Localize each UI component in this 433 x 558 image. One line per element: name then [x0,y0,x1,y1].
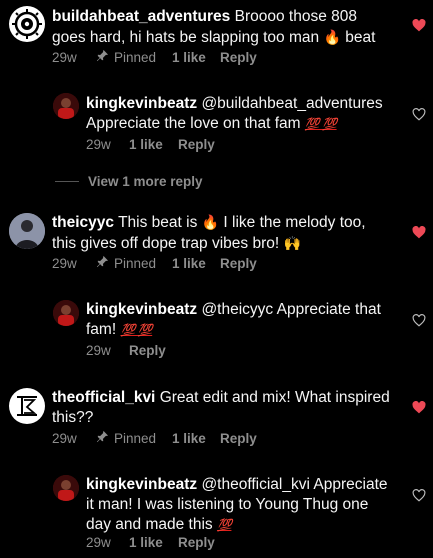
pin-icon [96,430,109,446]
profile-photo-icon [53,475,79,501]
timestamp: 29w [86,535,111,550]
avatar[interactable] [9,6,45,42]
kvi-logo-icon [10,389,44,423]
pinned-label: Pinned [114,49,157,65]
likes-count[interactable]: 1 like [172,50,220,65]
hundred-emoji-icon: 💯 [216,518,232,532]
comment-text: buildahbeat_adventures Broooo those 808 … [52,8,376,46]
comment-buildahbeat: buildahbeat_adventures Broooo those 808 … [0,0,433,72]
pin-icon [96,49,109,65]
mention-link[interactable]: @theicyyc [201,301,273,318]
mention-link[interactable]: @theofficial_kvi [201,476,310,493]
avatar[interactable] [53,93,79,119]
avatar[interactable] [9,388,45,424]
heart-outline-icon[interactable] [412,108,426,121]
comment-meta: 29w Pinned 1 like Reply [52,430,257,446]
timestamp: 29w [86,343,111,358]
likes-count[interactable]: 1 like [129,535,178,550]
reply-button[interactable]: Reply [129,343,166,358]
reply-kingkevinbeatz-1: kingkevinbeatz @buildahbeat_adventures A… [0,88,433,160]
username[interactable]: buildahbeat_adventures [52,8,230,25]
timestamp: 29w [86,137,111,152]
timestamp: 29w [52,430,77,446]
comment-meta: 29w 1 like Reply [86,137,215,152]
username[interactable]: kingkevinbeatz [86,301,197,318]
username[interactable]: kingkevinbeatz [86,476,197,493]
comment-text: theofficial_kvi Great edit and mix! What… [52,389,390,426]
mention-link[interactable]: @buildahbeat_adventures [201,95,382,112]
profile-photo-icon [53,300,79,326]
reply-kingkevinbeatz-2: kingkevinbeatz @theicyyc Appreciate that… [0,295,433,367]
divider-line [55,181,79,182]
pinned-label: Pinned [114,430,157,446]
username[interactable]: theofficial_kvi [52,389,155,406]
username[interactable]: theicyyc [52,214,114,231]
likes-count[interactable]: 1 like [129,137,178,152]
reply-button[interactable]: Reply [178,535,215,550]
reply-button[interactable]: Reply [220,50,257,65]
timestamp: 29w [52,255,77,271]
comment-text: kingkevinbeatz @theicyyc Appreciate that… [86,301,381,338]
heart-filled-icon[interactable] [412,19,426,32]
username[interactable]: kingkevinbeatz [86,95,197,112]
fire-emoji-icon: 🔥 [201,214,220,230]
likes-count[interactable]: 1 like [172,256,220,271]
comment-text: kingkevinbeatz @theofficial_kvi Apprecia… [86,476,388,533]
raised-hands-emoji-icon: 🙌 [283,235,301,251]
reply-kingkevinbeatz-3: kingkevinbeatz @theofficial_kvi Apprecia… [0,470,433,558]
heart-filled-icon[interactable] [412,226,426,239]
avatar[interactable] [53,300,79,326]
comment-meta: 29w 1 like Reply [86,535,215,550]
avatar[interactable] [53,475,79,501]
pin-icon [96,255,109,271]
reply-button[interactable]: Reply [178,137,215,152]
camera-logo-icon [12,9,42,39]
comment-meta: 29w Pinned 1 like Reply [52,255,257,271]
reply-button[interactable]: Reply [220,431,257,446]
comment-text: kingkevinbeatz @buildahbeat_adventures A… [86,95,383,132]
comment-meta: 29w Pinned 1 like Reply [52,49,257,65]
view-more-replies[interactable]: View 1 more reply [55,174,203,189]
avatar[interactable] [9,213,45,249]
fire-emoji-icon: 🔥 [323,29,341,45]
profile-photo-icon [53,93,79,119]
heart-filled-icon[interactable] [412,401,426,414]
profile-photo-icon [9,213,45,249]
likes-count[interactable]: 1 like [172,431,220,446]
hundred-emoji-icon: 💯 💯 [120,323,153,337]
comment-meta: 29w Reply [86,343,166,358]
comment-text: theicyyc This beat is 🔥 I like the melod… [52,214,366,252]
reply-button[interactable]: Reply [220,256,257,271]
timestamp: 29w [52,49,77,65]
heart-outline-icon[interactable] [412,489,426,502]
comment-theicyyc: theicyyc This beat is 🔥 I like the melod… [0,206,433,278]
heart-outline-icon[interactable] [412,314,426,327]
pinned-label: Pinned [114,255,157,271]
hundred-emoji-icon: 💯 💯 [304,117,337,131]
comment-theofficial-kvi: theofficial_kvi Great edit and mix! What… [0,382,433,454]
